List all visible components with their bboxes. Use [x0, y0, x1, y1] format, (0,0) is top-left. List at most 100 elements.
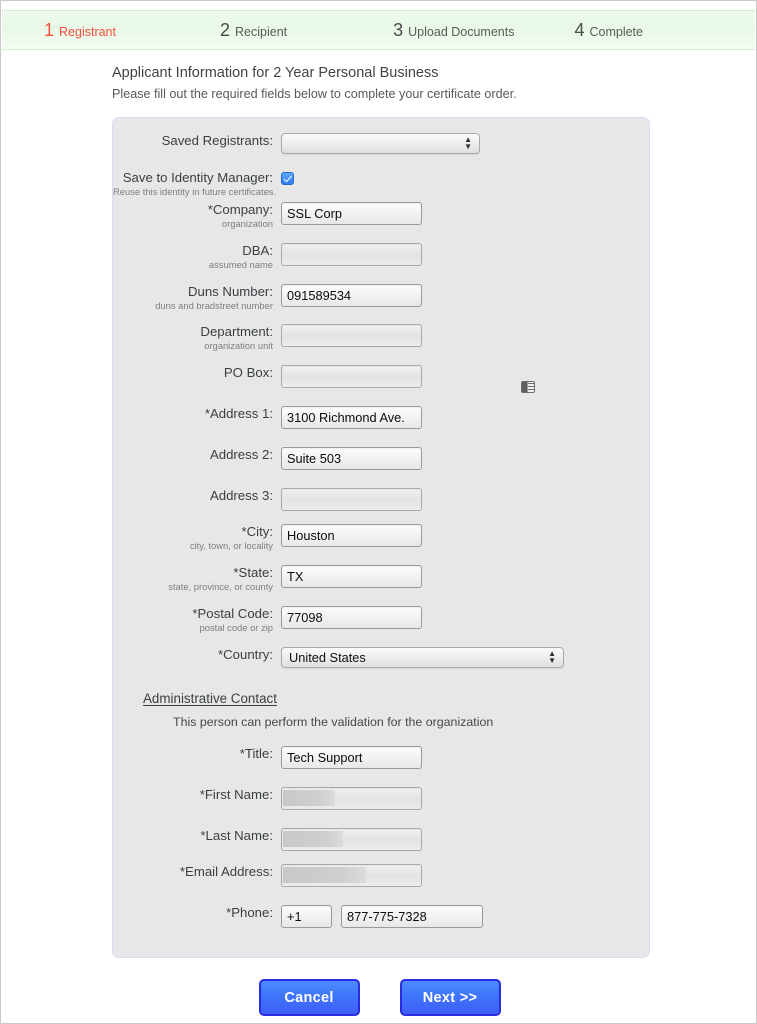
phone-label: *Phone:	[113, 905, 273, 921]
contact-title-input[interactable]	[281, 746, 422, 769]
address1-label: *Address 1:	[113, 406, 273, 422]
row-contact-title: *Title:	[113, 746, 422, 769]
row-city: *City: city, town, or locality	[113, 524, 422, 551]
saved-registrants-select[interactable]: ▲▼	[281, 133, 480, 154]
row-company: *Company: organization	[113, 202, 422, 229]
phone-label-block: *Phone:	[113, 905, 281, 921]
state-sublabel: state, province, or county	[113, 581, 273, 592]
address3-label: Address 3:	[113, 488, 273, 504]
dba-input[interactable]	[281, 243, 422, 266]
row-po-box: PO Box:	[113, 365, 422, 388]
address1-input[interactable]	[281, 406, 422, 429]
row-save-identity-manager: Save to Identity Manager: Reuse this ide…	[113, 170, 294, 197]
last-name-field-wrap	[281, 828, 422, 851]
contact-title-label-block: *Title:	[113, 746, 281, 762]
step-2-number: 2	[220, 20, 230, 41]
saved-registrants-label: Saved Registrants:	[113, 133, 273, 149]
postal-code-input[interactable]	[281, 606, 422, 629]
email-label-block: *Email Address:	[113, 864, 281, 880]
saved-registrants-label-block: Saved Registrants:	[113, 133, 281, 149]
administrative-contact-heading: Administrative Contact	[143, 691, 277, 706]
po-box-label-block: PO Box:	[113, 365, 281, 381]
step-4-label: Complete	[589, 25, 643, 39]
row-saved-registrants: Saved Registrants: ▲▼	[113, 133, 480, 154]
address3-label-block: Address 3:	[113, 488, 281, 504]
department-sublabel: organization unit	[113, 340, 273, 351]
cancel-button[interactable]: Cancel	[259, 979, 360, 1016]
first-name-label: *First Name:	[113, 787, 273, 803]
save-identity-label-block: Save to Identity Manager: Reuse this ide…	[113, 170, 281, 197]
postal-code-label: *Postal Code:	[113, 606, 273, 622]
email-redaction	[283, 867, 366, 883]
row-country: *Country: United States ▲▼	[113, 647, 564, 668]
next-button[interactable]: Next >>	[400, 979, 501, 1016]
step-1-registrant[interactable]: 1 Registrant	[44, 20, 116, 41]
contact-card-icon[interactable]	[521, 381, 535, 393]
first-name-redaction	[283, 790, 335, 806]
department-label: Department:	[113, 324, 273, 340]
page-subtitle: Please fill out the required fields belo…	[112, 87, 672, 101]
step-2-recipient[interactable]: 2 Recipient	[220, 20, 287, 41]
dba-label: DBA:	[113, 243, 273, 259]
city-input[interactable]	[281, 524, 422, 547]
department-label-block: Department: organization unit	[113, 324, 281, 351]
row-postal-code: *Postal Code: postal code or zip	[113, 606, 422, 633]
company-input[interactable]	[281, 202, 422, 225]
stepper-arrows-icon: ▲▼	[464, 137, 472, 151]
dba-sublabel: assumed name	[113, 259, 273, 270]
po-box-label: PO Box:	[113, 365, 273, 381]
address2-label-block: Address 2:	[113, 447, 281, 463]
row-address-2: Address 2:	[113, 447, 422, 470]
step-1-number: 1	[44, 20, 54, 41]
row-address-1: *Address 1:	[113, 406, 422, 429]
page-root: 1 Registrant 2 Recipient 3 Upload Docume…	[0, 0, 757, 1024]
country-select[interactable]: United States ▲▼	[281, 647, 564, 668]
save-identity-label: Save to Identity Manager:	[113, 170, 273, 186]
step-3-number: 3	[393, 20, 403, 41]
row-dba: DBA: assumed name	[113, 243, 422, 270]
email-field-wrap	[281, 864, 422, 887]
country-label: *Country:	[113, 647, 273, 663]
duns-number-input[interactable]	[281, 284, 422, 307]
company-sublabel: organization	[113, 218, 273, 229]
phone-country-code-input[interactable]	[281, 905, 332, 928]
step-4-complete[interactable]: 4 Complete	[574, 20, 643, 41]
duns-sublabel: duns and bradstreet number	[113, 300, 273, 311]
postal-code-sublabel: postal code or zip	[113, 622, 273, 633]
duns-label: Duns Number:	[113, 284, 273, 300]
first-name-label-block: *First Name:	[113, 787, 281, 803]
department-input[interactable]	[281, 324, 422, 347]
form-footer: Cancel Next >>	[1, 979, 757, 1016]
row-first-name: *First Name:	[113, 787, 422, 810]
contact-title-label: *Title:	[113, 746, 273, 762]
postal-code-label-block: *Postal Code: postal code or zip	[113, 606, 281, 633]
address1-label-block: *Address 1:	[113, 406, 281, 422]
po-box-input[interactable]	[281, 365, 422, 388]
state-label-block: *State: state, province, or county	[113, 565, 281, 592]
last-name-label-block: *Last Name:	[113, 828, 281, 844]
step-progress-bar: 1 Registrant 2 Recipient 3 Upload Docume…	[2, 10, 755, 50]
phone-number-input[interactable]	[341, 905, 483, 928]
step-3-upload-documents[interactable]: 3 Upload Documents	[393, 20, 514, 41]
row-address-3: Address 3:	[113, 488, 422, 511]
contact-card-icon-lines	[528, 382, 534, 392]
last-name-redaction	[283, 831, 343, 847]
save-identity-checkbox[interactable]	[281, 172, 294, 185]
row-state: *State: state, province, or county	[113, 565, 422, 592]
duns-label-block: Duns Number: duns and bradstreet number	[113, 284, 281, 311]
company-label-block: *Company: organization	[113, 202, 281, 229]
company-label: *Company:	[113, 202, 273, 218]
city-sublabel: city, town, or locality	[113, 540, 273, 551]
country-label-block: *Country:	[113, 647, 281, 663]
row-last-name: *Last Name:	[113, 828, 422, 851]
administrative-contact-note: This person can perform the validation f…	[173, 715, 493, 729]
state-input[interactable]	[281, 565, 422, 588]
row-email-address: *Email Address:	[113, 864, 422, 887]
city-label: *City:	[113, 524, 273, 540]
address3-input[interactable]	[281, 488, 422, 511]
row-duns-number: Duns Number: duns and bradstreet number	[113, 284, 422, 311]
dba-label-block: DBA: assumed name	[113, 243, 281, 270]
address2-label: Address 2:	[113, 447, 273, 463]
step-3-label: Upload Documents	[408, 25, 514, 39]
address2-input[interactable]	[281, 447, 422, 470]
